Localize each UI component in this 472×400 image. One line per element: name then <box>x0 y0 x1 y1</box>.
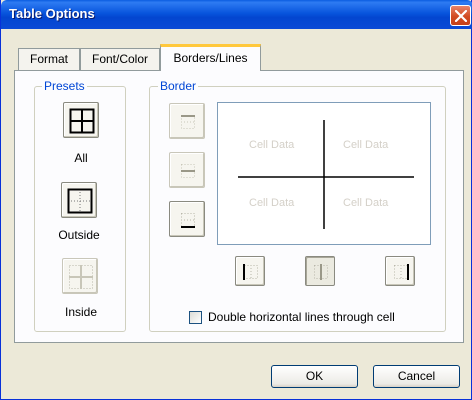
border-left-button[interactable] <box>235 256 265 286</box>
border-middle-horizontal-button[interactable] <box>169 152 205 188</box>
preset-inside-button[interactable] <box>62 258 98 294</box>
preview-cell-text: Cell Data <box>249 197 295 209</box>
presets-legend: Presets <box>42 79 87 93</box>
tab-label: Format <box>29 52 68 66</box>
border-middle-horizontal-icon <box>181 164 195 178</box>
preview-cell-text: Cell Data <box>249 139 295 151</box>
close-icon <box>455 10 467 22</box>
border-right-button[interactable] <box>385 256 415 286</box>
border-bottom-button[interactable] <box>169 201 205 237</box>
border-top-icon <box>181 115 195 129</box>
window-title: Table Options <box>9 6 95 21</box>
border-legend: Border <box>158 79 199 93</box>
preview-cell-text: Cell Data <box>343 197 389 209</box>
tab-label: Font/Color <box>91 52 149 66</box>
border-left-icon <box>243 264 258 280</box>
table-options-dialog: Table Options Format Font/Color Borders/… <box>0 0 472 400</box>
preview-cell-text: Cell Data <box>343 139 389 151</box>
border-middle-vertical-icon <box>314 264 328 280</box>
preset-outside-button[interactable] <box>61 182 97 218</box>
preset-outside-label: Outside <box>58 228 100 242</box>
tab-font-color[interactable]: Font/Color <box>80 48 160 70</box>
border-middle-vertical-button[interactable] <box>305 256 335 286</box>
grid-all-icon <box>69 108 95 134</box>
double-lines-checkbox[interactable] <box>189 311 202 324</box>
preset-all-label: All <box>74 151 88 165</box>
preset-inside-label: Inside <box>64 305 98 319</box>
tab-borders-lines[interactable]: Borders/Lines <box>160 44 261 71</box>
preview-cross-lines <box>238 120 414 229</box>
double-lines-label[interactable]: Double horizontal lines through cell <box>208 310 395 324</box>
preset-all-button[interactable] <box>63 102 99 138</box>
grid-inside-icon <box>69 265 93 289</box>
border-preview[interactable]: Cell Data Cell Data Cell Data Cell Data <box>217 102 431 245</box>
tab-label: Borders/Lines <box>173 51 248 65</box>
grid-outside-icon <box>67 188 93 214</box>
border-bottom-icon <box>181 213 195 228</box>
close-button[interactable] <box>450 5 471 26</box>
ok-button[interactable]: OK <box>271 365 358 388</box>
border-top-button[interactable] <box>169 103 205 139</box>
border-right-icon <box>394 264 409 280</box>
cancel-button[interactable]: Cancel <box>373 365 460 388</box>
tab-format[interactable]: Format <box>18 48 80 70</box>
title-bar[interactable]: Table Options <box>1 0 472 29</box>
